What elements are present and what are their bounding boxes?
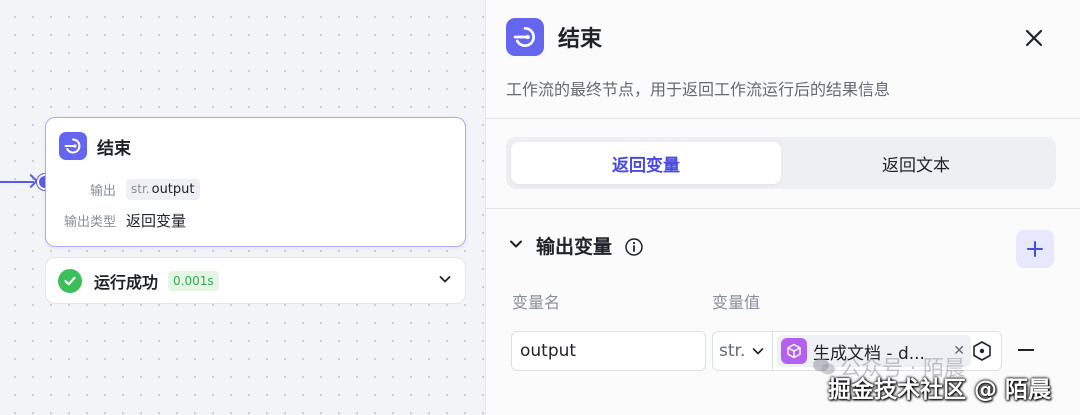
- run-time-badge: 0.001s: [168, 270, 219, 291]
- workflow-canvas[interactable]: 结束 输出 str. output 输出类型 返回变量 运行成功 0.001s: [0, 0, 485, 415]
- output-type: str.: [131, 182, 150, 196]
- end-node-icon: [59, 132, 87, 160]
- section-title: 输出变量: [536, 236, 613, 258]
- chevron-down-icon: [753, 348, 764, 355]
- output-variables-header: 输出变量: [508, 232, 643, 259]
- watermark-line2: 掘金技术社区 @ 陌晨: [828, 377, 1052, 403]
- output-chip: str. output: [126, 179, 200, 200]
- chevron-down-icon[interactable]: [437, 271, 453, 291]
- type-select[interactable]: str.: [713, 332, 773, 370]
- end-node-icon: [506, 18, 544, 56]
- return-mode-tabs: 返回变量 返回文本: [506, 137, 1056, 189]
- panel-title: 结束: [558, 27, 603, 52]
- info-icon[interactable]: [624, 237, 643, 256]
- plus-icon: [1027, 241, 1043, 257]
- panel-header: 结束: [506, 18, 602, 56]
- tab-return-text[interactable]: 返回文本: [781, 142, 1051, 184]
- variable-picker-icon[interactable]: [971, 340, 993, 362]
- output-kind-label: 输出类型: [63, 215, 116, 230]
- remove-variable-button[interactable]: [1018, 349, 1034, 351]
- run-status-bar[interactable]: 运行成功 0.001s: [45, 257, 466, 304]
- node-title: 结束: [97, 138, 131, 159]
- success-check-icon: [58, 268, 82, 293]
- divider: [486, 208, 1080, 209]
- edge-arrow-icon: [23, 173, 39, 189]
- column-header-name: 变量名: [512, 293, 561, 312]
- panel-description: 工作流的最终节点，用于返回工作流运行后的结果信息: [506, 80, 891, 99]
- cube-icon: [781, 338, 807, 364]
- close-icon[interactable]: [1022, 26, 1046, 50]
- node-output-kind-row: 输出类型 返回变量: [46, 210, 186, 231]
- chevron-down-icon[interactable]: [508, 236, 524, 256]
- type-select-value: str.: [719, 341, 746, 361]
- output-name: output: [151, 182, 195, 197]
- variable-name-input[interactable]: output: [511, 331, 706, 371]
- node-output-row: 输出 str. output: [46, 179, 200, 200]
- output-kind-value: 返回变量: [126, 212, 187, 230]
- tab-return-variable[interactable]: 返回变量: [511, 142, 781, 184]
- divider: [486, 118, 1080, 119]
- end-node-card[interactable]: 结束 输出 str. output 输出类型 返回变量: [45, 117, 466, 247]
- node-header: 结束: [59, 132, 131, 160]
- node-settings-panel: 结束 工作流的最终节点，用于返回工作流运行后的结果信息 返回变量 返回文本 输出…: [485, 0, 1080, 415]
- status-text: 运行成功: [94, 272, 159, 292]
- output-label: 输出: [89, 184, 116, 199]
- add-variable-button[interactable]: [1016, 230, 1054, 268]
- column-header-value: 变量值: [712, 293, 761, 312]
